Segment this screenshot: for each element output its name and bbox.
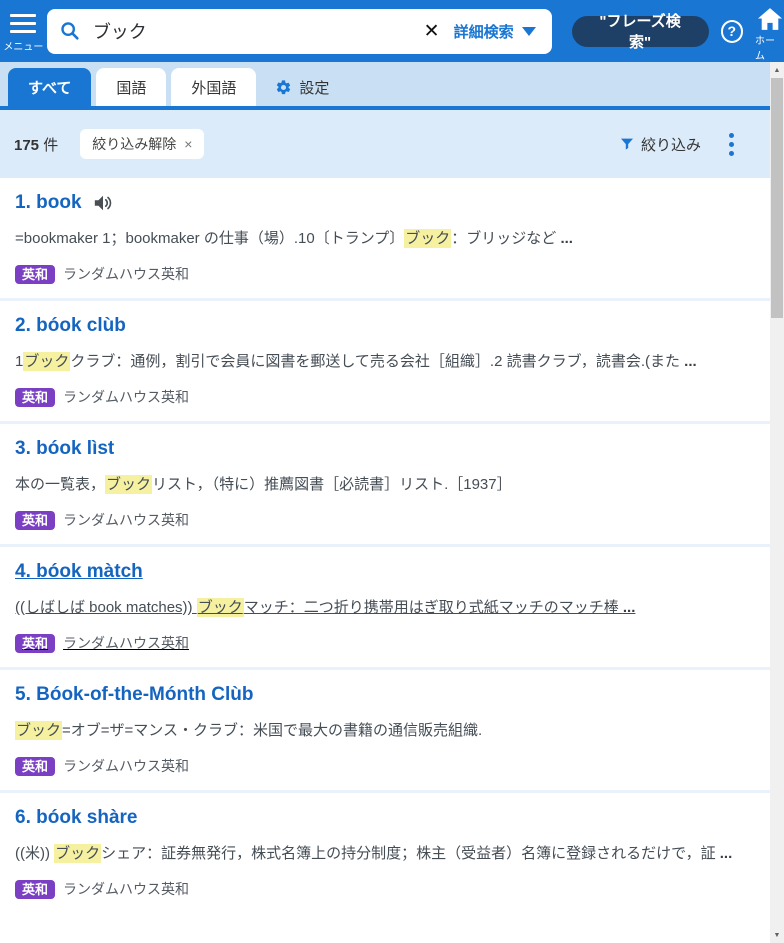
search-input[interactable]	[93, 21, 418, 42]
body-text: マッチ：二つ折り携帯用はぎ取り式紙マッチのマッチ棒	[244, 599, 623, 616]
body-text: ：ブリッジなど	[451, 230, 560, 247]
chip-close-icon: ×	[184, 136, 192, 152]
advanced-search-button[interactable]: 詳細検索	[454, 21, 542, 42]
dict-source: ランダムハウス英和	[63, 633, 189, 653]
filter-button[interactable]: 絞り込み	[619, 134, 701, 155]
body-text: ...	[720, 845, 733, 862]
top-bar: メニュー ✕ 詳細検索 "フレーズ検索" ? ホーム	[0, 0, 784, 62]
body-text: ...	[684, 353, 697, 370]
source-row: 英和 ランダムハウス英和	[15, 385, 754, 409]
body-text: ((しばしば book matches))	[15, 599, 197, 616]
tab-bar: すべて国語外国語 設定	[0, 62, 784, 110]
body-text: ...	[623, 599, 636, 616]
body-text: リスト，（特に）推薦図書［必読書］リスト.［1937］	[152, 476, 512, 493]
dict-source: ランダムハウス英和	[63, 264, 189, 284]
search-icon	[59, 20, 81, 42]
home-button[interactable]: ホーム	[755, 7, 784, 62]
advanced-search-label: 詳細検索	[454, 21, 514, 42]
audio-icon[interactable]	[92, 193, 114, 213]
menu-button[interactable]: メニュー	[0, 14, 47, 53]
highlight: ブック	[404, 229, 451, 248]
dict-badge: 英和	[15, 511, 55, 530]
highlight: ブック	[23, 352, 70, 371]
result-list: 1. book =bookmaker 1；bookmaker の仕事（場）.10…	[0, 178, 784, 913]
highlight: ブック	[197, 598, 244, 617]
body-text: シェア：証券無発行，株式名簿上の持分制度；株主（受益者）名簿に登録されるだけで，…	[101, 845, 720, 862]
result-title[interactable]: 6. bóok shàre	[15, 805, 138, 831]
result-count: 175 件	[14, 134, 58, 155]
help-button[interactable]: ?	[721, 20, 744, 43]
tab-gaikokugo[interactable]: 外国語	[171, 68, 256, 106]
body-text: ...	[560, 230, 573, 247]
result-card: 5. Bóok-of-the-Mónth Clùb ブック=オブ=ザ=マンス・ク…	[0, 670, 784, 790]
dict-badge: 英和	[15, 634, 55, 653]
kebab-menu[interactable]	[725, 129, 738, 160]
source-row: 英和 ランダムハウス英和	[15, 262, 754, 286]
result-title[interactable]: 1. book	[15, 190, 114, 216]
settings-tab-label: 設定	[299, 77, 329, 98]
settings-tab[interactable]: 設定	[261, 68, 343, 106]
scroll-thumb[interactable]	[771, 78, 783, 318]
gear-icon	[275, 79, 292, 96]
result-title[interactable]: 2. bóok clùb	[15, 313, 126, 339]
phrase-search-button[interactable]: "フレーズ検索"	[572, 16, 709, 47]
filter-icon	[619, 136, 635, 152]
clear-filter-chip[interactable]: 絞り込み解除 ×	[80, 129, 204, 159]
result-body: ブック=オブ=ザ=マンス・クラブ：米国で最大の書籍の通信販売組織.	[15, 716, 754, 746]
dict-badge: 英和	[15, 757, 55, 776]
results-header: 175 件 絞り込み解除 × 絞り込み	[0, 110, 784, 178]
body-text: =オブ=ザ=マンス・クラブ：米国で最大の書籍の通信販売組織.	[62, 722, 482, 739]
tab-all[interactable]: すべて	[8, 68, 91, 106]
source-row: 英和 ランダムハウス英和	[15, 631, 754, 655]
body-text: 本の一覧表，	[15, 476, 105, 493]
result-body: 1ブッククラブ：通例，割引で会員に図書を郵送して売る会社［組織］.2 読書クラブ…	[15, 347, 754, 377]
result-card: 1. book =bookmaker 1；bookmaker の仕事（場）.10…	[0, 178, 784, 298]
help-icon: ?	[727, 23, 736, 39]
result-body: ((米)) ブックシェア：証券無発行，株式名簿上の持分制度；株主（受益者）名簿に…	[15, 839, 754, 869]
result-title[interactable]: 5. Bóok-of-the-Mónth Clùb	[15, 682, 254, 708]
body-text: ((米))	[15, 845, 54, 862]
result-card: 3. bóok lìst 本の一覧表，ブックリスト，（特に）推薦図書［必読書］リ…	[0, 424, 784, 544]
home-label: ホーム	[755, 32, 784, 62]
source-row: 英和 ランダムハウス英和	[15, 877, 754, 901]
highlight: ブック	[54, 844, 101, 863]
search-box: ✕ 詳細検索	[47, 9, 552, 54]
result-body: =bookmaker 1；bookmaker の仕事（場）.10〔トランプ〕ブッ…	[15, 224, 754, 254]
result-card: 6. bóok shàre ((米)) ブックシェア：証券無発行，株式名簿上の持…	[0, 793, 784, 913]
scroll-down-arrow[interactable]: ▼	[770, 927, 784, 943]
result-card: 2. bóok clùb 1ブッククラブ：通例，割引で会員に図書を郵送して売る会…	[0, 301, 784, 421]
dict-badge: 英和	[15, 880, 55, 899]
home-icon	[756, 7, 784, 31]
scroll-up-arrow[interactable]: ▲	[770, 62, 784, 78]
highlight: ブック	[105, 475, 152, 494]
clear-filter-label: 絞り込み解除	[92, 134, 176, 154]
dict-badge: 英和	[15, 265, 55, 284]
body-text: =bookmaker 1；bookmaker の仕事（場）.10〔トランプ〕	[15, 230, 404, 247]
body-text: クラブ：通例，割引で会員に図書を郵送して売る会社［組織］.2 読書クラブ，読書会…	[70, 353, 684, 370]
source-row: 英和 ランダムハウス英和	[15, 754, 754, 778]
dict-source: ランダムハウス英和	[63, 510, 189, 530]
source-row: 英和 ランダムハウス英和	[15, 508, 754, 532]
highlight: ブック	[15, 721, 62, 740]
dict-source: ランダムハウス英和	[63, 879, 189, 899]
hamburger-icon	[10, 14, 36, 33]
tab-kokugo[interactable]: 国語	[96, 68, 166, 106]
menu-label: メニュー	[3, 38, 43, 53]
result-body: 本の一覧表，ブックリスト，（特に）推薦図書［必読書］リスト.［1937］	[15, 470, 754, 500]
dict-source: ランダムハウス英和	[63, 756, 189, 776]
scrollbar[interactable]: ▲ ▼	[770, 62, 784, 943]
result-body: ((しばしば book matches)) ブックマッチ：二つ折り携帯用はぎ取り…	[15, 593, 754, 623]
result-card: 4. bóok màtch ((しばしば book matches)) ブックマ…	[0, 547, 784, 667]
result-title[interactable]: 3. bóok lìst	[15, 436, 114, 462]
dict-badge: 英和	[15, 388, 55, 407]
filter-label: 絞り込み	[641, 134, 701, 155]
chevron-down-icon	[522, 27, 536, 36]
clear-search-button[interactable]: ✕	[418, 20, 454, 43]
dict-source: ランダムハウス英和	[63, 387, 189, 407]
result-title[interactable]: 4. bóok màtch	[15, 559, 143, 585]
